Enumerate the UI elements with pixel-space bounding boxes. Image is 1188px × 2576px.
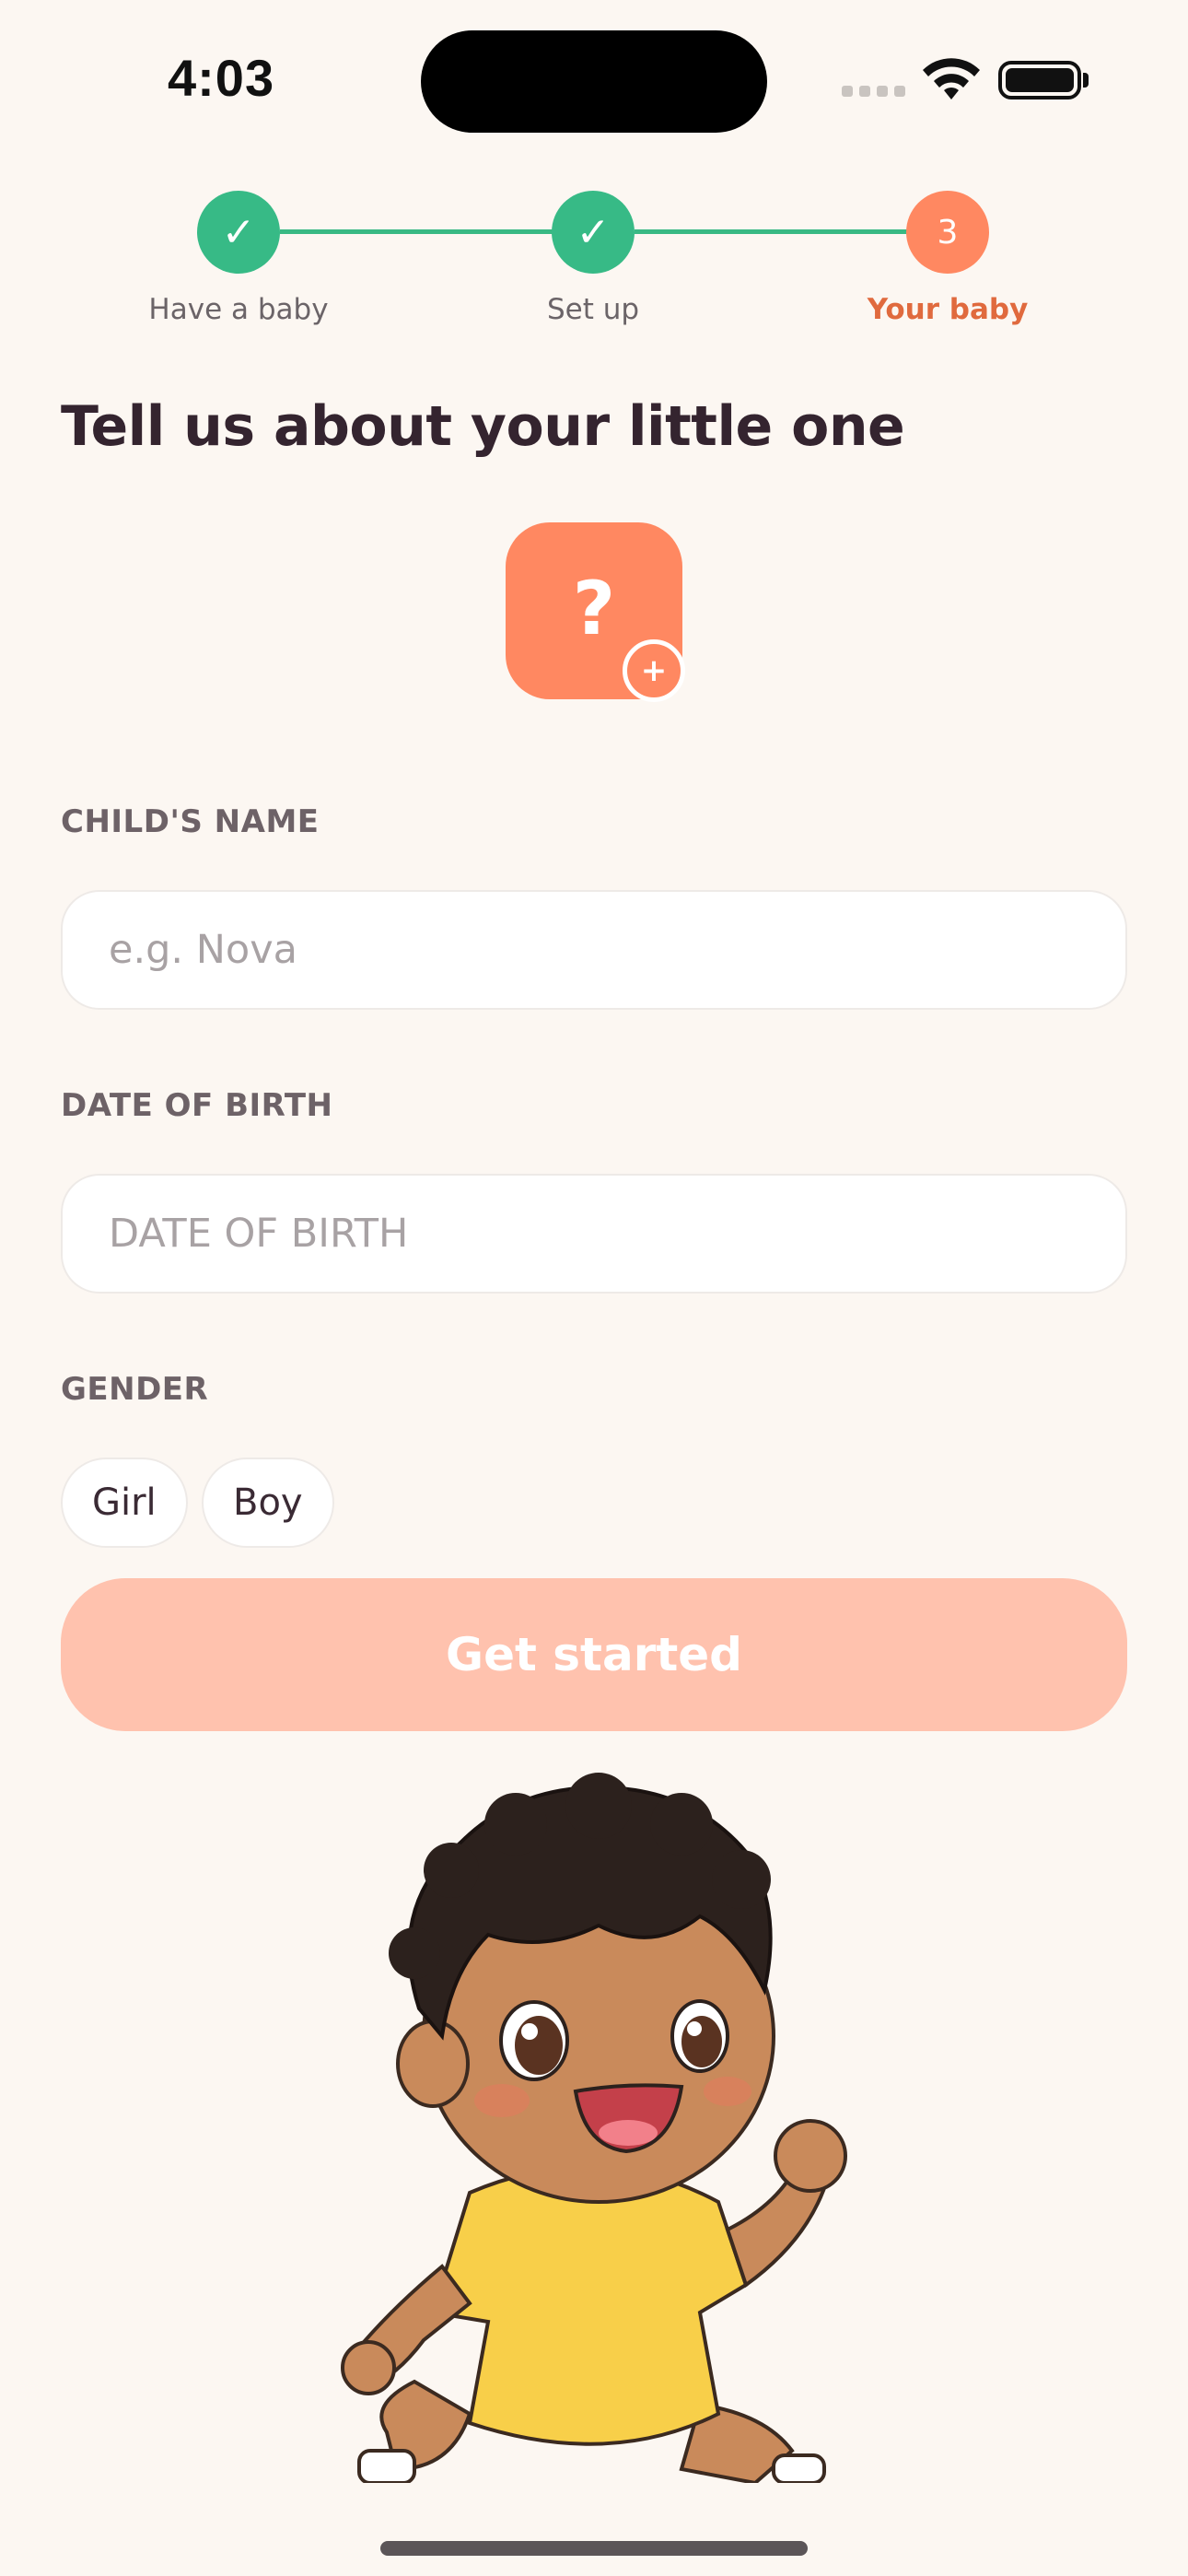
question-mark-icon: ? — [572, 565, 616, 651]
gender-option-girl[interactable]: Girl — [61, 1458, 188, 1548]
step-connector — [635, 229, 907, 234]
dynamic-island — [421, 30, 767, 133]
wifi-icon — [923, 58, 980, 100]
gender-label: GENDER — [61, 1371, 209, 1408]
page-title: Tell us about your little one — [61, 394, 905, 459]
childs-name-label: CHILD'S NAME — [61, 803, 320, 840]
step-1-label: Have a baby — [148, 293, 329, 326]
date-of-birth-input[interactable] — [61, 1174, 1127, 1294]
onboarding-screen: 4:03 ✓ ✓ 3 Have a baby Set up Your baby … — [0, 0, 1188, 2576]
home-indicator[interactable] — [380, 2541, 808, 2556]
get-started-button[interactable]: Get started — [61, 1578, 1127, 1731]
step-3-number: 3 — [906, 191, 989, 274]
step-2-check-icon: ✓ — [552, 191, 635, 274]
gender-option-boy[interactable]: Boy — [202, 1458, 334, 1548]
step-1-check-icon: ✓ — [197, 191, 280, 274]
step-connector — [280, 229, 554, 234]
childs-name-input[interactable] — [61, 890, 1127, 1010]
add-photo-icon[interactable]: + — [623, 639, 685, 702]
step-2-label: Set up — [546, 293, 640, 326]
battery-icon — [998, 61, 1081, 100]
status-time: 4:03 — [168, 49, 275, 107]
date-of-birth-label: DATE OF BIRTH — [61, 1087, 333, 1124]
battery-cap — [1083, 73, 1089, 88]
step-3-label: Your baby — [867, 293, 1029, 326]
cellular-signal-icon — [842, 86, 905, 97]
baby-illustration — [341, 1773, 847, 2483]
